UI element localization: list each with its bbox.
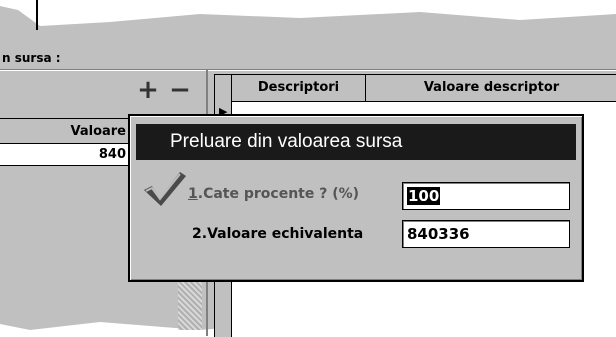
source-strip (0, 50, 616, 68)
column-header-valoare[interactable]: Valoare (0, 118, 132, 144)
remove-row-button[interactable]: − (166, 76, 194, 104)
plus-icon: + (137, 75, 159, 105)
percent-label: 1.Cate procente ? (%) (188, 186, 359, 202)
equivalent-label-accel: 2 (192, 226, 202, 242)
percent-label-accel: 1 (188, 186, 198, 202)
scrollbar-track[interactable] (178, 280, 202, 330)
source-value-cell[interactable]: 840 (0, 144, 132, 166)
column-header-valoare-descriptor[interactable]: Valoare descriptor (365, 75, 616, 101)
column-header-descriptori[interactable]: Descriptori (231, 75, 365, 101)
percent-input-value: 100 (407, 187, 441, 205)
percent-label-text: .Cate procente ? (%) (197, 186, 360, 202)
add-row-button[interactable]: + (134, 76, 162, 104)
separator-highlight (0, 70, 616, 71)
equivalent-label-text: .Valoare echivalenta (201, 226, 364, 242)
percent-input[interactable]: 100 (402, 182, 570, 210)
checkmark-icon (144, 172, 186, 206)
equivalent-value-input[interactable]: 840336 (402, 220, 570, 248)
source-value-grid[interactable]: Valoare 840 (0, 118, 132, 178)
minus-icon: − (169, 75, 191, 105)
dialog-title: Preluare din valoarea sursa (136, 124, 576, 160)
window-edge (36, 0, 38, 30)
equivalent-value-label: 2.Valoare echivalenta (192, 226, 363, 242)
source-label: n sursa : (2, 51, 61, 65)
descriptors-grid-header: Descriptori Valoare descriptor (215, 75, 616, 102)
preluare-dialog: Preluare din valoarea sursa 1.Cate proce… (128, 114, 584, 282)
